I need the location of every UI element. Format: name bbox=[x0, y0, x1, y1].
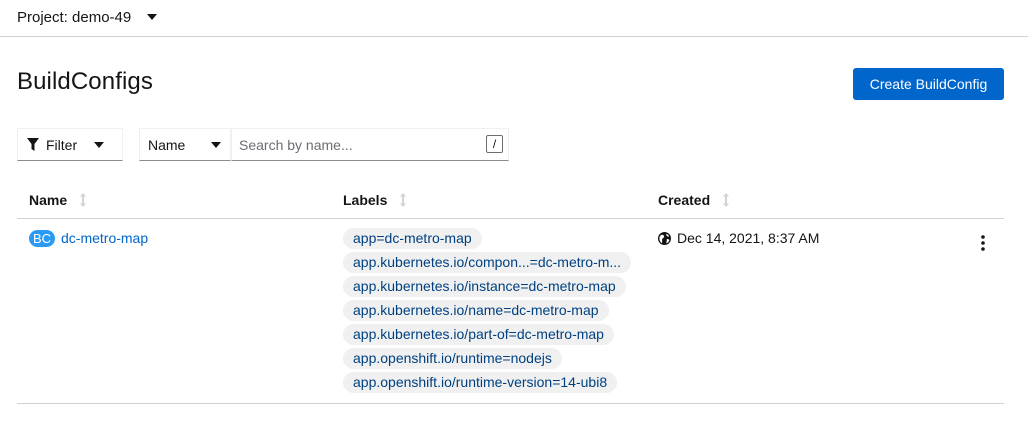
resource-badge: BC bbox=[29, 230, 55, 247]
sort-icon bbox=[400, 193, 407, 207]
keyboard-shortcut-badge: / bbox=[486, 135, 503, 153]
table-row-divider bbox=[17, 403, 1004, 404]
caret-down-icon bbox=[94, 142, 104, 148]
label-chip[interactable]: app.kubernetes.io/name=dc-metro-map bbox=[343, 300, 609, 321]
filter-label: Filter bbox=[46, 136, 78, 153]
name-attribute-label: Name bbox=[148, 136, 186, 153]
column-header-label: Created bbox=[658, 192, 711, 208]
label-chip[interactable]: app.kubernetes.io/part-of=dc-metro-map bbox=[343, 324, 614, 345]
caret-down-icon bbox=[147, 14, 158, 20]
search-box: / bbox=[231, 128, 509, 161]
label-chip[interactable]: app.kubernetes.io/compon...=dc-metro-m..… bbox=[343, 252, 632, 273]
filter-dropdown[interactable]: Filter bbox=[17, 128, 123, 161]
globe-icon bbox=[658, 231, 671, 245]
sort-icon bbox=[80, 193, 87, 207]
column-header-label: Labels bbox=[343, 192, 388, 208]
page-title: BuildConfigs bbox=[17, 68, 153, 95]
project-bar: Project: demo-49 bbox=[0, 0, 1028, 37]
filter-icon bbox=[27, 138, 39, 151]
kebab-icon[interactable] bbox=[972, 233, 994, 253]
label-chip[interactable]: app=dc-metro-map bbox=[343, 228, 482, 249]
column-header-label: Name bbox=[29, 192, 68, 208]
label-chip[interactable]: app.kubernetes.io/instance=dc-metro-map bbox=[343, 276, 626, 297]
buildconfig-link[interactable]: dc-metro-map bbox=[61, 230, 148, 246]
table-header-divider bbox=[17, 218, 1004, 219]
project-label: Project: demo-49 bbox=[17, 8, 132, 26]
label-chip[interactable]: app.openshift.io/runtime-version=14-ubi8 bbox=[343, 372, 618, 393]
project-selector[interactable]: Project: demo-49 bbox=[17, 5, 158, 29]
sort-icon bbox=[723, 193, 730, 207]
created-text: Dec 14, 2021, 8:37 AM bbox=[677, 230, 820, 246]
caret-down-icon bbox=[211, 142, 221, 148]
label-chip[interactable]: app.openshift.io/runtime=nodejs bbox=[343, 348, 562, 369]
create-buildconfig-button[interactable]: Create BuildConfig bbox=[853, 68, 1004, 100]
name-attribute-dropdown[interactable]: Name bbox=[139, 128, 231, 161]
column-header-created[interactable]: Created bbox=[658, 192, 730, 208]
column-header-name[interactable]: Name bbox=[29, 192, 87, 208]
column-header-labels[interactable]: Labels bbox=[343, 192, 407, 208]
search-input[interactable] bbox=[232, 129, 482, 160]
created-timestamp: Dec 14, 2021, 8:37 AM bbox=[658, 230, 819, 246]
